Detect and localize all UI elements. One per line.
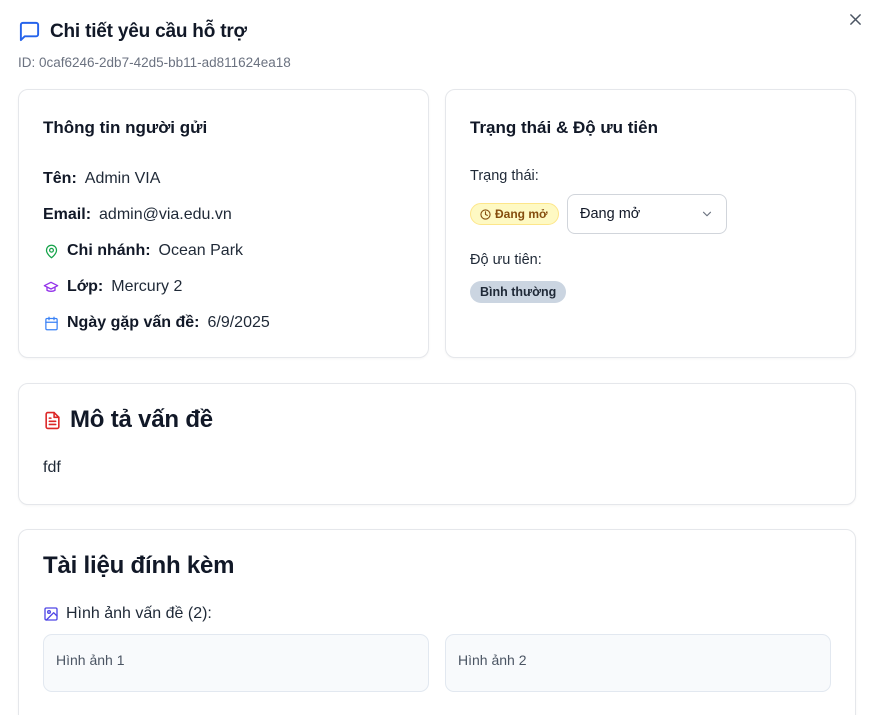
date-label: Ngày gặp vấn đề:	[67, 314, 200, 331]
graduation-cap-icon	[43, 279, 59, 295]
description-heading: Mô tả vấn đề	[43, 406, 213, 434]
status-priority-card: Trạng thái & Độ ưu tiên Trạng thái: Đang…	[445, 89, 856, 358]
calendar-icon	[43, 315, 59, 331]
close-button[interactable]	[846, 10, 864, 28]
close-icon	[849, 13, 862, 26]
sender-email-row: Email: admin@via.edu.vn	[43, 206, 232, 224]
class-value: Mercury 2	[111, 278, 183, 295]
image-thumbnail-label: Hình ảnh 2	[458, 652, 527, 668]
image-thumbnail-1[interactable]: Hình ảnh 1	[43, 634, 429, 692]
image-thumbnail-label: Hình ảnh 1	[56, 652, 125, 668]
email-value: admin@via.edu.vn	[99, 206, 232, 223]
sender-branch-row: Chi nhánh: Ocean Park	[43, 242, 243, 260]
branch-label: Chi nhánh:	[67, 242, 151, 259]
image-icon	[43, 606, 59, 622]
sender-info-card: Thông tin người gửi Tên: Admin VIA Email…	[18, 89, 429, 358]
status-select[interactable]: Đang mở	[567, 194, 727, 234]
status-label: Trạng thái:	[470, 168, 539, 184]
attachments-card: Tài liệu đính kèm Hình ảnh vấn đề (2): H…	[18, 529, 856, 715]
ticket-id: ID: 0caf6246-2db7-42d5-bb11-ad811624ea18	[18, 55, 291, 70]
priority-badge: Bình thường	[470, 281, 567, 303]
name-label: Tên:	[43, 170, 77, 187]
status-card-title: Trạng thái & Độ ưu tiên	[470, 118, 658, 137]
priority-label: Độ ưu tiên:	[470, 252, 542, 268]
images-label: Hình ảnh vấn đề (2):	[66, 605, 212, 622]
status-select-value: Đang mở	[580, 206, 641, 222]
map-pin-icon	[43, 243, 59, 259]
sender-class-row: Lớp: Mercury 2	[43, 278, 182, 296]
name-value: Admin VIA	[84, 170, 161, 187]
sender-name-row: Tên: Admin VIA	[43, 170, 160, 188]
description-text: fdf	[43, 459, 61, 476]
email-label: Email:	[43, 206, 92, 223]
description-card: Mô tả vấn đề fdf	[18, 383, 856, 505]
sender-date-row: Ngày gặp vấn đề: 6/9/2025	[43, 314, 270, 332]
dialog-title: Chi tiết yêu cầu hỗ trợ	[50, 20, 247, 42]
date-value: 6/9/2025	[207, 314, 270, 331]
chevron-down-icon	[700, 207, 714, 221]
status-badge: Đang mở	[470, 203, 559, 225]
class-label: Lớp:	[67, 278, 104, 295]
status-badge-label: Đang mở	[495, 207, 548, 221]
dialog-header: Chi tiết yêu cầu hỗ trợ	[18, 20, 247, 43]
branch-value: Ocean Park	[158, 242, 244, 259]
image-thumbnail-2[interactable]: Hình ảnh 2	[445, 634, 831, 692]
clock-icon	[480, 208, 491, 220]
description-title: Mô tả vấn đề	[70, 406, 213, 433]
attachments-title: Tài liệu đính kèm	[43, 552, 235, 579]
sender-card-title: Thông tin người gửi	[43, 118, 208, 137]
file-text-icon	[43, 411, 62, 430]
priority-badge-label: Bình thường	[480, 285, 557, 299]
message-square-icon	[18, 20, 41, 43]
images-subheading: Hình ảnh vấn đề (2):	[43, 605, 212, 623]
